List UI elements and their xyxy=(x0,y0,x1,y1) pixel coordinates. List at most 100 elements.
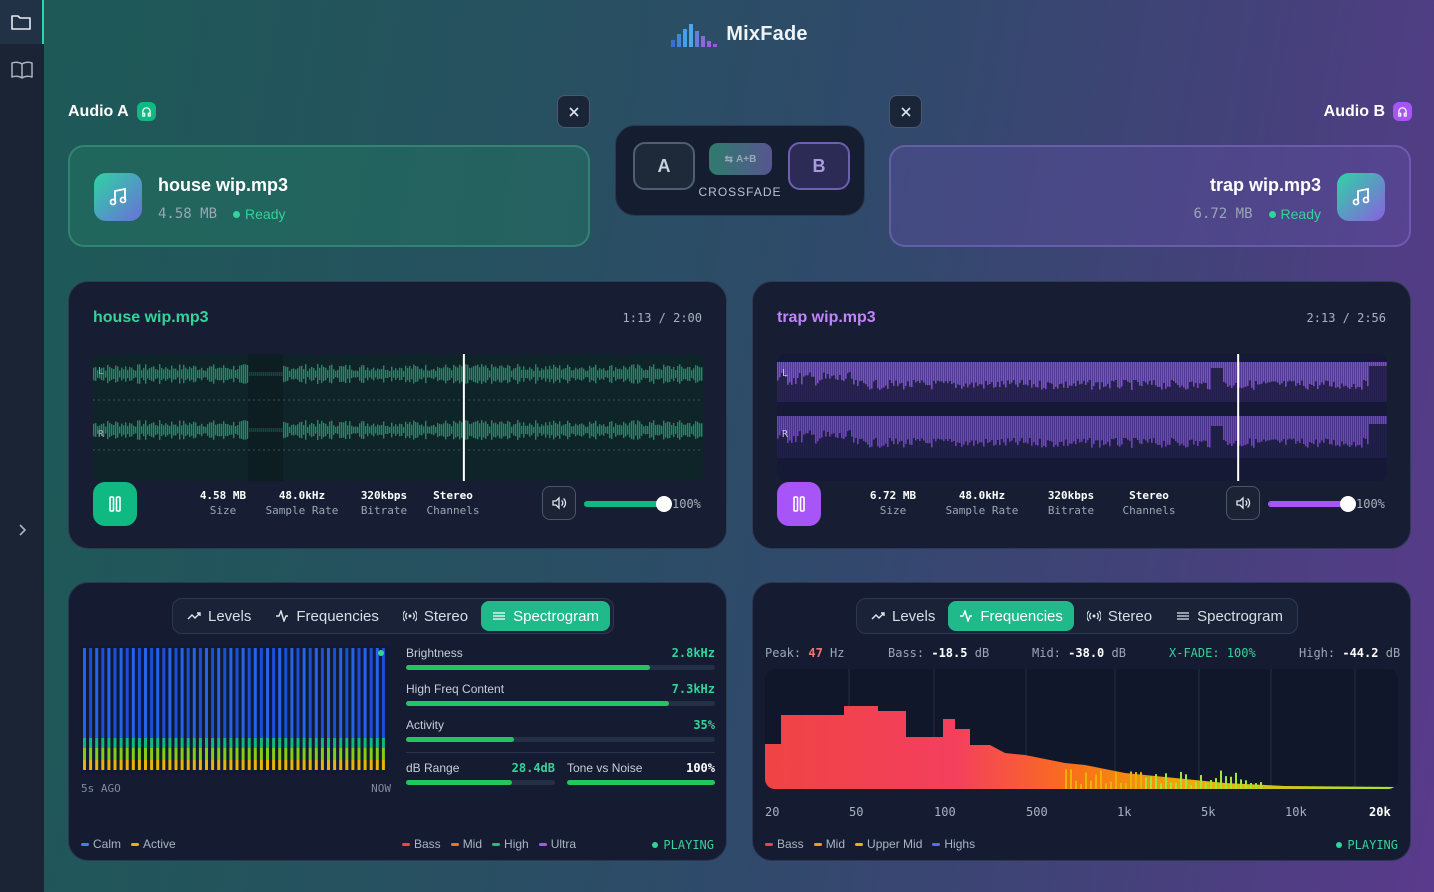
waveform-b-bars xyxy=(777,362,1387,458)
channel-r-label: R xyxy=(782,429,789,440)
file-meta-a: 4.58 MB Ready xyxy=(158,206,285,222)
folder-icon[interactable] xyxy=(0,0,44,44)
freq-tick-100: 100 xyxy=(934,805,956,819)
headphones-icon xyxy=(136,102,156,121)
xfade-readout: X-FADE: 100% xyxy=(1169,646,1256,660)
tab-levels[interactable]: Levels xyxy=(176,601,262,631)
waveform-b-graphic: L R xyxy=(777,354,1387,481)
spectrogram-time-start: 5s AGO xyxy=(81,782,121,795)
stat-size-b: 6.72 MB Size xyxy=(869,489,917,517)
volume-knob-a[interactable] xyxy=(656,496,672,512)
audio-b-label: Audio B xyxy=(1324,102,1412,121)
volume-slider-b[interactable] xyxy=(1268,496,1356,512)
tab-spectrogram[interactable]: Spectrogram xyxy=(481,601,610,631)
brightness-bar xyxy=(406,665,715,670)
legend-mid: Mid xyxy=(813,837,845,851)
music-note-icon xyxy=(94,173,142,221)
stat-channels-b: Stereo Channels xyxy=(1122,489,1176,517)
pause-button-b[interactable] xyxy=(777,482,821,526)
logo-icon xyxy=(671,24,718,47)
legend-calm: Calm xyxy=(81,837,121,851)
mid-readout: Mid: -38.0 dB xyxy=(1032,646,1126,660)
crossfade-b-button[interactable]: B xyxy=(788,142,850,190)
stat-sample-rate-a: 48.0kHz Sample Rate xyxy=(265,489,339,517)
metric-tone-noise: Tone vs Noise 100% xyxy=(567,761,715,775)
speaker-icon xyxy=(1236,496,1251,510)
radio-icon xyxy=(1086,610,1101,622)
channel-l-label: L xyxy=(98,366,104,377)
waveform-b[interactable]: L R xyxy=(777,354,1387,481)
book-icon[interactable] xyxy=(0,48,44,92)
player-a-time: 1:13 / 2:00 xyxy=(622,311,702,325)
chevron-right-icon[interactable] xyxy=(0,508,44,552)
freq-tick-20: 20 xyxy=(765,805,780,819)
volume-button-a[interactable] xyxy=(542,486,576,520)
volume-knob-b[interactable] xyxy=(1340,496,1356,512)
freq-tick-1k: 1k xyxy=(1117,805,1132,819)
player-a: house wip.mp3 1:13 / 2:00 L R 4.58 MB Siz… xyxy=(68,281,727,549)
stat-size-a: 4.58 MB Size xyxy=(199,489,247,517)
crossfade-panel: A ⇆ A+B B CROSSFADE xyxy=(615,125,865,216)
analyzer-a-tabs: Levels Frequencies Stereo Spectrogram xyxy=(172,598,614,634)
pulse-icon xyxy=(960,610,973,622)
crossfade-ab-button[interactable]: ⇆ A+B xyxy=(709,143,772,175)
audio-b-title: Audio B xyxy=(1323,102,1385,120)
divider xyxy=(406,752,715,753)
file-size-a: 4.58 MB xyxy=(158,206,218,222)
file-card-b[interactable]: trap wip.mp3 6.72 MB Ready xyxy=(889,145,1411,247)
pulse-icon xyxy=(276,610,289,622)
tab-frequencies[interactable]: Frequencies xyxy=(264,601,390,631)
channel-r-label: R xyxy=(98,429,105,440)
remove-audio-a-button[interactable] xyxy=(557,95,590,128)
pause-button-a[interactable] xyxy=(93,482,137,526)
analyzer-b-tabs: Levels Frequencies Stereo Spectrogram xyxy=(856,598,1298,634)
spectrogram-time-end: NOW xyxy=(371,782,391,795)
close-icon xyxy=(568,106,579,117)
file-meta-b: 6.72 MB Ready xyxy=(1194,206,1321,222)
status-badge-b: Ready xyxy=(1269,206,1321,222)
channel-l-label: L xyxy=(782,368,788,379)
sidebar xyxy=(0,0,44,892)
music-note-icon xyxy=(1337,173,1385,221)
player-a-title: house wip.mp3 xyxy=(93,309,209,326)
sliders-icon xyxy=(493,612,506,620)
stat-bitrate-b: 320kbps Bitrate xyxy=(1047,489,1095,517)
freq-tick-50: 50 xyxy=(849,805,864,819)
playing-status-b: PLAYING xyxy=(1336,838,1398,852)
legend-ultra: Ultra xyxy=(538,837,576,851)
metric-activity: Activity 35% xyxy=(406,718,715,732)
metric-brightness: Brightness 2.8kHz xyxy=(406,646,715,660)
volume-slider-a[interactable] xyxy=(584,496,672,512)
metric-db-range: dB Range 28.4dB xyxy=(406,761,555,775)
legend-bass: Bass xyxy=(765,837,804,851)
audio-a-title: Audio A xyxy=(68,102,129,120)
player-b-title: trap wip.mp3 xyxy=(777,309,876,326)
stat-channels-a: Stereo Channels xyxy=(426,489,480,517)
tab-stereo[interactable]: Stereo xyxy=(1076,601,1163,631)
tab-levels[interactable]: Levels xyxy=(860,601,946,631)
analyzer-a: Levels Frequencies Stereo Spectrogram 5s… xyxy=(68,582,727,861)
tab-frequencies[interactable]: Frequencies xyxy=(948,601,1074,631)
remove-audio-b-button[interactable] xyxy=(889,95,922,128)
frequency-spectrum-graphic xyxy=(765,669,1398,789)
waveform-a[interactable]: L R xyxy=(93,354,703,481)
pause-icon xyxy=(109,496,121,512)
crossfade-a-button[interactable]: A xyxy=(633,142,695,190)
crossfade-ab-label: A+B xyxy=(736,153,757,165)
player-b-time: 2:13 / 2:56 xyxy=(1306,311,1386,325)
file-name-a: house wip.mp3 xyxy=(158,175,289,195)
tab-stereo[interactable]: Stereo xyxy=(392,601,479,631)
tab-spectrogram[interactable]: Spectrogram xyxy=(1165,601,1294,631)
freq-tick-5k: 5k xyxy=(1201,805,1216,819)
peak-readout: Peak: 47 Hz xyxy=(765,646,845,660)
file-card-a[interactable]: house wip.mp3 4.58 MB Ready xyxy=(68,145,590,247)
playing-status-a: PLAYING xyxy=(652,838,714,852)
volume-value-a: 100% xyxy=(672,497,701,511)
crossfade-caption: CROSSFADE xyxy=(698,185,782,199)
spectrogram-graphic xyxy=(81,646,389,774)
high-readout: High: -44.2 dB xyxy=(1299,646,1401,660)
volume-button-b[interactable] xyxy=(1226,486,1260,520)
speaker-icon xyxy=(552,496,567,510)
freq-tick-500: 500 xyxy=(1026,805,1048,819)
analyzer-b: Levels Frequencies Stereo Spectrogram Pe… xyxy=(752,582,1411,861)
